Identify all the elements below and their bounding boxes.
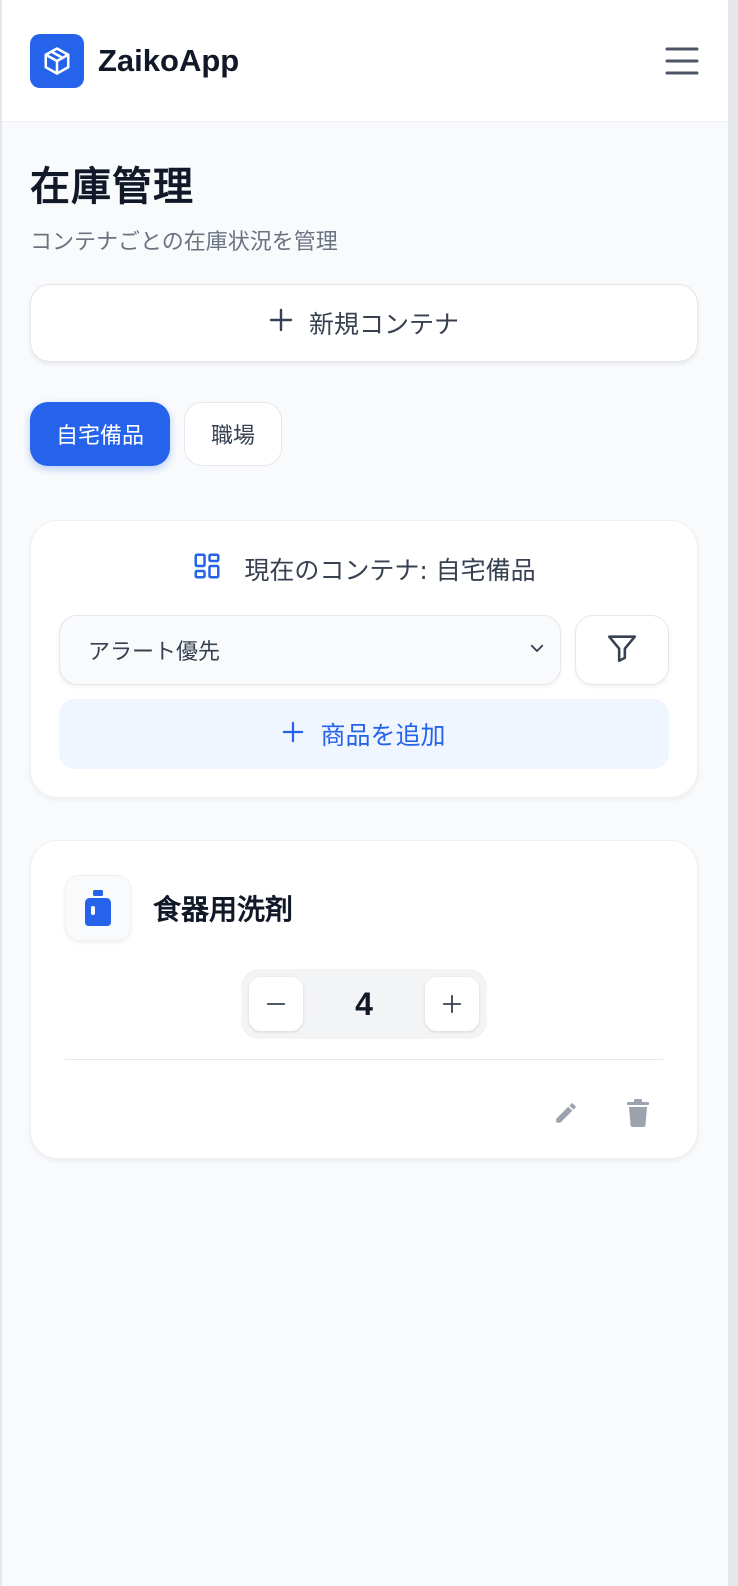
item-card: 食器用洗剤 4 bbox=[30, 840, 698, 1159]
new-container-button[interactable]: 新規コンテナ bbox=[30, 284, 698, 362]
sort-select-value: アラート優先 bbox=[88, 640, 221, 665]
cube-icon bbox=[30, 33, 84, 88]
add-item-button[interactable]: 商品を追加 bbox=[59, 699, 669, 769]
decrement-button[interactable] bbox=[249, 977, 303, 1031]
list-controls: アラート優先 bbox=[59, 615, 669, 685]
hamburger-menu-icon[interactable] bbox=[664, 43, 700, 79]
main-content: 在庫管理 コンテナごとの在庫状況を管理 新規コンテナ 自宅備品 職場 現在のコン… bbox=[2, 122, 728, 1159]
filter-button[interactable] bbox=[575, 615, 669, 685]
item-name: 食器用洗剤 bbox=[153, 893, 294, 926]
chevron-down-icon bbox=[528, 638, 546, 663]
tab-home-supplies[interactable]: 自宅備品 bbox=[30, 402, 171, 466]
container-tabs: 自宅備品 職場 bbox=[30, 402, 700, 466]
plus-icon bbox=[269, 308, 293, 338]
current-container-label: 現在のコンテナ: 自宅備品 bbox=[244, 556, 536, 585]
plus-icon bbox=[282, 720, 304, 749]
increment-button[interactable] bbox=[424, 977, 479, 1031]
item-header: 食器用洗剤 bbox=[65, 875, 663, 941]
filter-icon bbox=[605, 631, 639, 669]
item-quantity: 4 bbox=[355, 985, 373, 1022]
detergent-bottle-icon bbox=[65, 875, 131, 941]
divider bbox=[65, 1059, 663, 1060]
pencil-icon[interactable] bbox=[551, 1098, 581, 1128]
app-frame: ZaikoApp 在庫管理 コンテナごとの在庫状況を管理 新規コンテナ 自宅備品… bbox=[0, 0, 738, 1586]
minus-icon bbox=[266, 1003, 286, 1005]
brand[interactable]: ZaikoApp bbox=[30, 33, 240, 88]
plus-icon bbox=[442, 994, 462, 1014]
quantity-stepper: 4 bbox=[241, 969, 487, 1039]
add-item-label: 商品を追加 bbox=[320, 721, 446, 750]
page-subtitle: コンテナごとの在庫状況を管理 bbox=[30, 230, 338, 255]
grid-layout-icon bbox=[192, 551, 222, 587]
trash-icon[interactable] bbox=[623, 1098, 653, 1128]
new-container-label: 新規コンテナ bbox=[308, 310, 459, 339]
page-title: 在庫管理 bbox=[30, 164, 194, 210]
current-container-heading: 現在のコンテナ: 自宅備品 bbox=[59, 551, 669, 587]
quantity-stepper-wrap: 4 bbox=[65, 969, 663, 1039]
item-actions bbox=[65, 1098, 663, 1128]
app-name: ZaikoApp bbox=[98, 42, 240, 78]
tab-workplace[interactable]: 職場 bbox=[184, 402, 283, 466]
app-header: ZaikoApp bbox=[2, 0, 728, 122]
current-container-card: 現在のコンテナ: 自宅備品 アラート優先 商品を追加 bbox=[30, 520, 698, 798]
sort-select[interactable]: アラート優先 bbox=[59, 615, 562, 685]
